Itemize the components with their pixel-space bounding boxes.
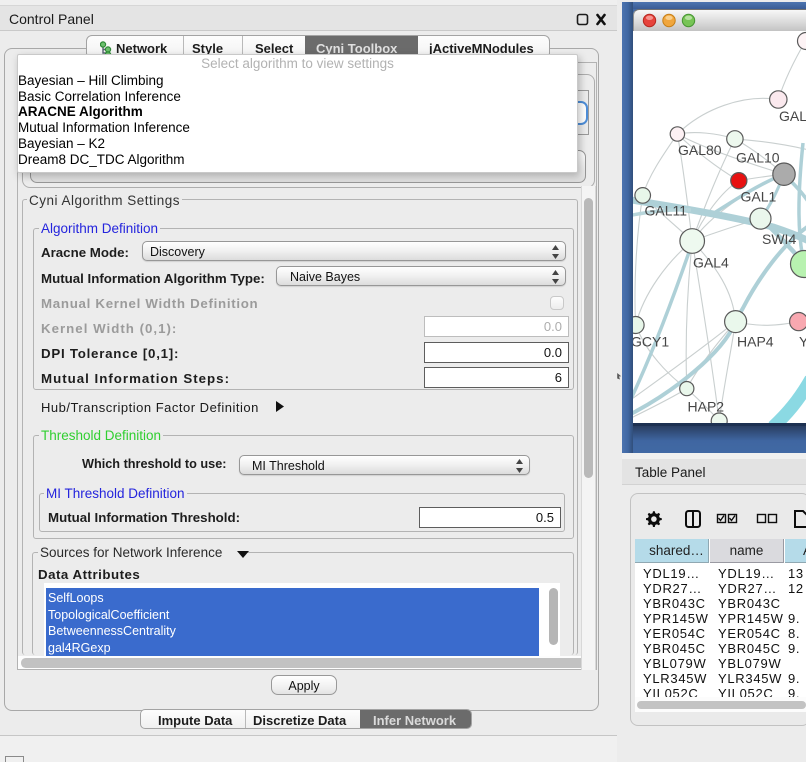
svg-text:GAL11: GAL11 bbox=[645, 203, 688, 219]
svg-text:GCY1: GCY1 bbox=[633, 334, 669, 350]
svg-text:GAL10: GAL10 bbox=[736, 150, 780, 166]
svg-text:Y: Y bbox=[799, 334, 806, 350]
svg-text:GAL1: GAL1 bbox=[741, 189, 777, 205]
svg-text:HAP4: HAP4 bbox=[737, 334, 774, 350]
svg-text:HAP2: HAP2 bbox=[688, 399, 725, 415]
svg-text:GAL7: GAL7 bbox=[779, 108, 806, 124]
svg-text:SWI4: SWI4 bbox=[762, 231, 796, 247]
svg-text:GAL4: GAL4 bbox=[693, 255, 729, 271]
svg-text:GAL80: GAL80 bbox=[678, 142, 722, 158]
